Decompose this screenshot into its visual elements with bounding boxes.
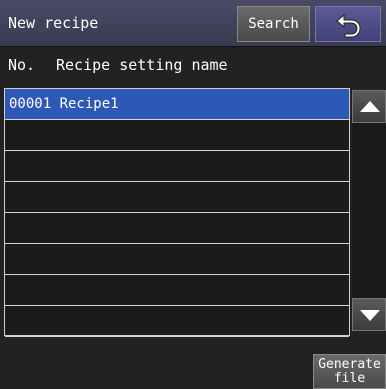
triangle-up-icon bbox=[360, 101, 380, 112]
scroll-up-button[interactable] bbox=[352, 90, 386, 123]
list-item[interactable] bbox=[5, 120, 349, 151]
column-no-label: No. bbox=[8, 56, 36, 74]
list-item[interactable]: 00001 Recipe1 bbox=[5, 89, 349, 120]
scroll-down-button[interactable] bbox=[352, 298, 386, 331]
scroll-track[interactable] bbox=[352, 123, 386, 298]
top-bar: New recipe Search bbox=[0, 0, 386, 47]
back-button[interactable] bbox=[315, 6, 381, 42]
column-name-label: Recipe setting name bbox=[56, 56, 228, 74]
list-item[interactable] bbox=[5, 306, 349, 337]
undo-arrow-icon bbox=[336, 13, 361, 38]
list-item[interactable] bbox=[5, 213, 349, 244]
page-title: New recipe bbox=[8, 14, 99, 32]
recipe-list: 00001 Recipe1 bbox=[4, 88, 350, 337]
list-item[interactable] bbox=[5, 151, 349, 182]
list-item[interactable] bbox=[5, 182, 349, 213]
search-button[interactable]: Search bbox=[237, 6, 310, 42]
column-header: No. Recipe setting name bbox=[0, 56, 228, 82]
generate-file-button[interactable]: Generate file bbox=[313, 354, 386, 389]
triangle-down-icon bbox=[360, 310, 380, 321]
list-item[interactable] bbox=[5, 244, 349, 275]
list-item[interactable] bbox=[5, 275, 349, 306]
